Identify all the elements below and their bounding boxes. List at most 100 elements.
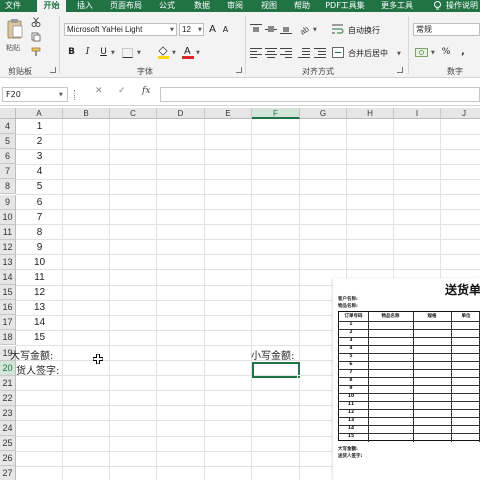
column-header-b[interactable]: B xyxy=(63,108,110,119)
cell-a15[interactable]: 12 xyxy=(16,285,63,300)
underline-button[interactable]: U xyxy=(98,45,109,59)
alignment-launcher-icon[interactable] xyxy=(397,67,403,73)
splitter-handle[interactable] xyxy=(74,90,76,100)
align-bottom-icon[interactable] xyxy=(280,24,292,34)
cell-a4[interactable]: 1 xyxy=(16,119,63,134)
borders-icon[interactable] xyxy=(122,48,133,58)
tab-review[interactable]: 审阅 xyxy=(222,0,248,12)
number-format-select[interactable]: 常规 xyxy=(413,23,480,36)
format-painter-icon[interactable] xyxy=(31,47,43,57)
tab-formulas[interactable]: 公式 xyxy=(154,0,180,12)
cell-a7[interactable]: 4 xyxy=(16,164,63,179)
align-middle-icon[interactable] xyxy=(265,24,277,34)
decrease-indent-icon[interactable] xyxy=(298,48,310,58)
fill-color-icon[interactable] xyxy=(157,45,170,59)
align-center-icon[interactable] xyxy=(265,48,277,58)
column-header-g[interactable]: G xyxy=(300,108,347,119)
tab-pdf-tools[interactable]: PDF工具集 xyxy=(323,0,367,12)
name-box-chevron-icon[interactable]: ▼ xyxy=(59,92,63,98)
merge-center-chevron-icon[interactable]: ▼ xyxy=(397,51,401,57)
row-header-12[interactable]: 12 xyxy=(0,239,16,255)
tab-view[interactable]: 视图 xyxy=(256,0,282,12)
cancel-icon[interactable]: ✕ xyxy=(95,86,103,96)
tab-tell-me[interactable]: 操作说明 xyxy=(446,0,480,12)
column-header-c[interactable]: C xyxy=(110,108,157,119)
enter-icon[interactable]: ✓ xyxy=(118,86,126,96)
column-header-h[interactable]: H xyxy=(347,108,394,119)
row-header-18[interactable]: 18 xyxy=(0,330,16,346)
row-header-27[interactable]: 27 xyxy=(0,466,16,480)
column-header-i[interactable]: I xyxy=(394,108,441,119)
column-header-e[interactable]: E xyxy=(205,108,252,119)
paste-icon[interactable] xyxy=(6,18,24,40)
orientation-chevron-icon[interactable]: ▼ xyxy=(313,27,317,33)
cut-icon[interactable] xyxy=(31,17,41,27)
tab-more-tools[interactable]: 更多工具 xyxy=(378,0,416,12)
cell-a17[interactable]: 14 xyxy=(16,315,63,330)
row-header-21[interactable]: 21 xyxy=(0,375,16,391)
grow-font-button[interactable]: A xyxy=(207,23,218,37)
paste-label[interactable]: 粘贴 xyxy=(6,43,20,53)
cell-a18[interactable]: 15 xyxy=(16,330,63,345)
row-header-8[interactable]: 8 xyxy=(0,179,16,195)
cell-a12[interactable]: 9 xyxy=(16,240,63,255)
cell-a19[interactable]: 大写金额: xyxy=(10,349,53,364)
column-header-d[interactable]: D xyxy=(157,108,205,119)
row-header-25[interactable]: 25 xyxy=(0,436,16,452)
row-header-23[interactable]: 23 xyxy=(0,405,16,421)
underline-chevron-icon[interactable]: ▼ xyxy=(111,50,115,56)
row-header-15[interactable]: 15 xyxy=(0,285,16,301)
row-header-10[interactable]: 10 xyxy=(0,209,16,225)
row-header-7[interactable]: 7 xyxy=(0,164,16,180)
row-header-16[interactable]: 16 xyxy=(0,300,16,316)
font-color-icon[interactable]: A xyxy=(182,45,194,59)
comma-button[interactable]: , xyxy=(458,45,468,59)
font-name-chevron-icon[interactable]: ▼ xyxy=(170,27,174,33)
merge-center-button[interactable]: 合并后居中 xyxy=(348,48,388,59)
fill-handle[interactable] xyxy=(297,375,301,379)
row-header-14[interactable]: 14 xyxy=(0,270,16,285)
row-header-4[interactable]: 4 xyxy=(0,119,16,134)
formula-input[interactable] xyxy=(160,87,480,102)
italic-button[interactable]: I xyxy=(82,45,93,59)
tab-data[interactable]: 数据 xyxy=(189,0,215,12)
align-right-icon[interactable] xyxy=(280,48,292,58)
orientation-icon[interactable]: ab xyxy=(298,23,310,35)
merge-center-icon[interactable] xyxy=(332,47,344,58)
cell-a10[interactable]: 7 xyxy=(16,210,63,225)
cell-a8[interactable]: 5 xyxy=(16,179,63,194)
percent-button[interactable]: % xyxy=(440,45,452,59)
row-header-24[interactable]: 24 xyxy=(0,421,16,436)
wrap-text-button[interactable]: 自动换行 xyxy=(348,25,380,36)
copy-icon[interactable] xyxy=(31,32,41,42)
align-top-icon[interactable] xyxy=(250,24,262,34)
select-all-corner[interactable] xyxy=(0,108,16,119)
font-launcher-icon[interactable] xyxy=(236,67,242,73)
column-header-j[interactable]: J xyxy=(441,108,480,119)
tab-help[interactable]: 帮助 xyxy=(289,0,315,12)
bold-button[interactable]: B xyxy=(66,45,77,59)
insert-function-icon[interactable]: fx xyxy=(142,86,150,96)
shrink-font-button[interactable]: A xyxy=(220,23,231,37)
row-header-6[interactable]: 6 xyxy=(0,149,16,165)
currency-chevron-icon[interactable]: ▼ xyxy=(431,50,435,56)
wrap-text-icon[interactable] xyxy=(332,24,344,35)
font-size-chevron-icon[interactable]: ▼ xyxy=(198,27,202,33)
cell-a14[interactable]: 11 xyxy=(16,270,63,285)
cell-a6[interactable]: 3 xyxy=(16,149,63,164)
borders-chevron-icon[interactable]: ▼ xyxy=(137,50,141,56)
cell-a11[interactable]: 8 xyxy=(16,225,63,240)
tab-page-layout[interactable]: 页面布局 xyxy=(105,0,147,12)
column-header-f[interactable]: F xyxy=(252,108,300,119)
row-header-11[interactable]: 11 xyxy=(0,224,16,240)
tab-home[interactable]: 开始 xyxy=(37,0,66,12)
row-header-9[interactable]: 9 xyxy=(0,194,16,210)
align-left-icon[interactable] xyxy=(250,48,262,58)
tab-insert[interactable]: 插入 xyxy=(72,0,98,12)
row-header-5[interactable]: 5 xyxy=(0,134,16,150)
font-color-chevron-icon[interactable]: ▼ xyxy=(196,50,200,56)
font-name-select[interactable]: Microsoft YaHei Light xyxy=(64,23,177,36)
cell-a9[interactable]: 6 xyxy=(16,195,63,210)
row-header-13[interactable]: 13 xyxy=(0,254,16,270)
cell-a5[interactable]: 2 xyxy=(16,134,63,149)
